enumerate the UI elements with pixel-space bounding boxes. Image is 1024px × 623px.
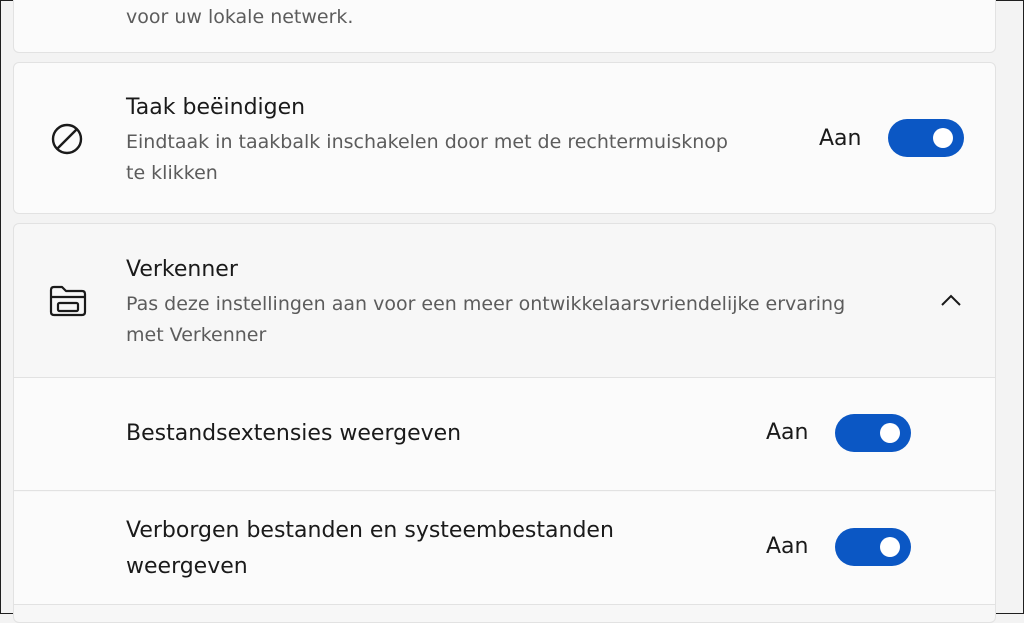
end-task-toggle[interactable] [888,119,964,157]
hidden-files-row: Verborgen bestanden en systeembestanden … [14,492,995,605]
end-task-description-line1: Eindtaak in taakbalk inschakelen door me… [126,131,728,153]
chevron-up-icon[interactable] [940,292,962,311]
hidden-files-label-line1: Verborgen bestanden en systeembestanden [126,518,614,543]
end-task-description-line2: te klikken [126,162,218,184]
explorer-settings-card: Verkenner Pas deze instellingen aan voor… [13,223,996,623]
file-extensions-row: Bestandsextensies weergeven Aan [14,378,995,491]
toggle-knob [880,423,900,443]
end-task-title: Taak beëindigen [126,95,306,120]
folder-icon [48,284,87,318]
explorer-header[interactable]: Verkenner Pas deze instellingen aan voor… [14,224,995,378]
toggle-knob [880,537,900,557]
end-task-setting-card: Taak beëindigen Eindtaak in taakbalk ins… [13,62,996,214]
file-extensions-label: Bestandsextensies weergeven [126,421,462,446]
hidden-files-state-label: Aan [766,534,809,559]
file-extensions-state-label: Aan [766,420,809,445]
network-setting-description: voor uw lokale netwerk. [126,6,354,28]
file-extensions-toggle[interactable] [835,414,911,452]
end-task-state-label: Aan [819,126,862,151]
explorer-description-line2: met Verkenner [126,324,267,346]
toggle-knob [933,128,953,148]
hidden-files-toggle[interactable] [835,528,911,566]
explorer-title: Verkenner [126,257,238,282]
explorer-description-line1: Pas deze instellingen aan voor een meer … [126,293,846,315]
hidden-files-label-line2: weergeven [126,554,248,579]
prohibited-icon [50,122,84,156]
network-setting-card: voor uw lokale netwerk. [13,0,996,53]
